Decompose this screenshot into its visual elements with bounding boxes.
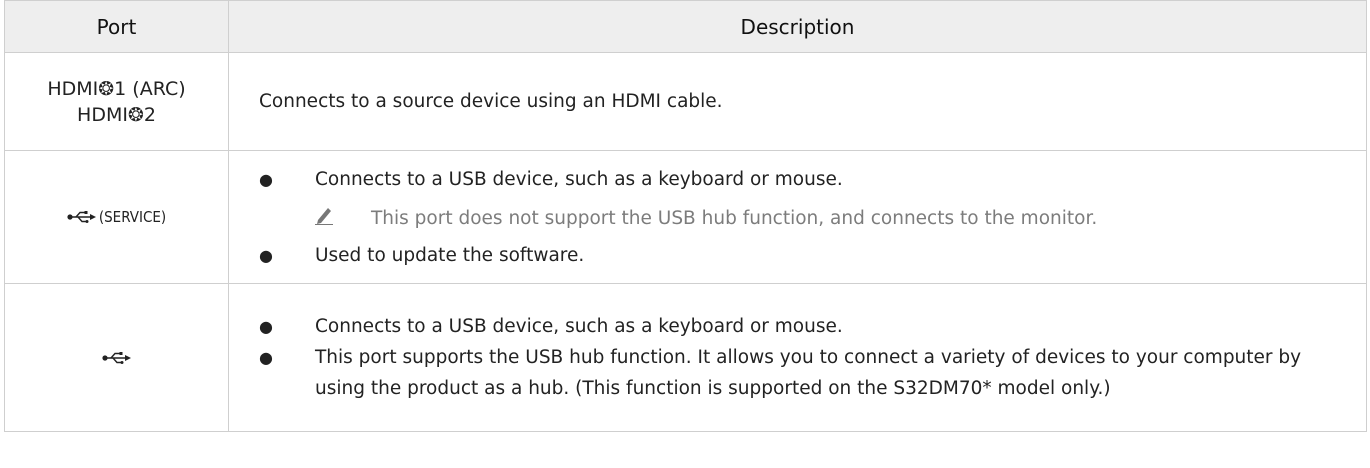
pencil-icon: [315, 207, 333, 225]
description-header: Description: [228, 0, 1367, 53]
port-cell: [4, 283, 229, 432]
note: This port does not support the USB hub f…: [315, 203, 1336, 234]
table-row: (SERVICE) ● Connects to a USB device, suc…: [4, 150, 1367, 284]
description-cell: ● Connects to a USB device, such as a key…: [228, 150, 1367, 284]
list-item: ● Connects to a USB device, such as a key…: [259, 168, 843, 190]
port-cell: (SERVICE): [4, 150, 229, 284]
list-item: ● This port supports the USB hub function…: [259, 347, 1302, 399]
table-row: ● Connects to a USB device, such as a key…: [4, 283, 1367, 432]
ports-table: Port Description HDMI❂1 (ARC) HDMI❂2 Con…: [4, 0, 1367, 432]
port-label: (SERVICE): [98, 208, 167, 226]
usb-icon: [67, 211, 96, 223]
table-row: HDMI❂1 (ARC) HDMI❂2 Connects to a source…: [4, 52, 1367, 151]
bullet-list: ● Connects to a USB device, such as a key…: [259, 164, 1336, 195]
usb-icon: [101, 351, 131, 364]
bullet-list: ● Used to update the software.: [259, 240, 1336, 271]
port-label: HDMI❂1 (ARC): [47, 77, 186, 100]
port-header: Port: [4, 0, 229, 53]
list-item: ● Connects to a USB device, such as a key…: [259, 316, 843, 337]
description-cell: Connects to a source device using an HDM…: [228, 52, 1367, 151]
bullet-list: ● Connects to a USB device, such as a key…: [259, 311, 1336, 404]
port-cell: HDMI❂1 (ARC) HDMI❂2: [4, 52, 229, 151]
description-cell: ● Connects to a USB device, such as a key…: [228, 283, 1367, 432]
list-item: ● Used to update the software.: [259, 244, 585, 266]
port-label: HDMI❂2: [77, 103, 156, 126]
header-row: Port Description: [4, 0, 1367, 53]
note-text: This port does not support the USB hub f…: [371, 207, 1098, 229]
description-text: Connects to a source device using an HDM…: [259, 91, 723, 112]
